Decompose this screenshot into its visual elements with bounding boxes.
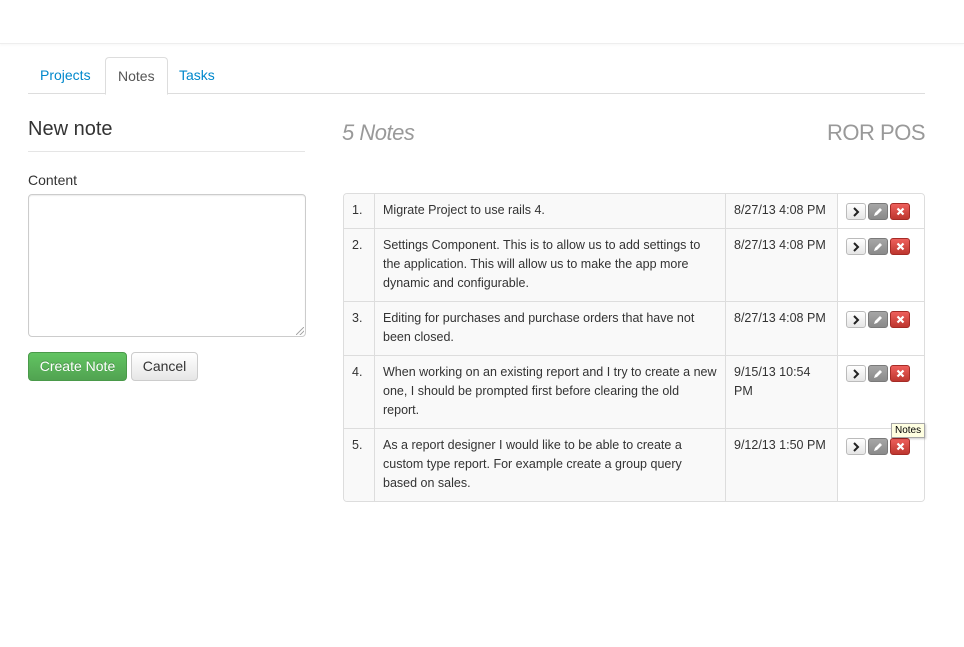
- pencil-icon: [873, 442, 883, 452]
- show-note-button[interactable]: [846, 311, 866, 328]
- table-row: 1. Migrate Project to use rails 4. 8/27/13…: [344, 194, 924, 228]
- content-textarea[interactable]: [28, 194, 306, 337]
- note-number: 3.: [344, 302, 375, 355]
- delete-note-button[interactable]: [890, 438, 910, 455]
- note-actions: [838, 229, 924, 301]
- note-content: Settings Component. This is to allow us …: [375, 229, 726, 301]
- note-actions: [838, 429, 924, 501]
- chevron-right-icon: [852, 368, 860, 379]
- top-navbar: [0, 0, 964, 44]
- tab-tasks[interactable]: Tasks: [167, 57, 227, 94]
- x-icon: [896, 207, 905, 216]
- show-note-button[interactable]: [846, 438, 866, 455]
- tooltip: Notes: [891, 423, 926, 438]
- edit-note-button[interactable]: [868, 203, 888, 220]
- note-number: 5.: [344, 429, 375, 501]
- note-number: 4.: [344, 356, 375, 428]
- chevron-right-icon: [852, 206, 860, 217]
- notes-count-heading: 5 Notes: [342, 120, 415, 145]
- delete-note-button[interactable]: [890, 203, 910, 220]
- delete-note-button[interactable]: [890, 365, 910, 382]
- note-number: 1.: [344, 194, 375, 228]
- x-icon: [896, 442, 905, 451]
- show-note-button[interactable]: [846, 365, 866, 382]
- note-date: 9/12/13 1:50 PM: [726, 429, 838, 501]
- table-row: 5. As a report designer I would like to b…: [344, 428, 924, 501]
- create-note-button[interactable]: Create Note: [28, 352, 127, 381]
- x-icon: [896, 315, 905, 324]
- divider: [28, 151, 305, 152]
- tab-bar: Projects Notes Tasks: [28, 57, 925, 95]
- note-content: Editing for purchases and purchase order…: [375, 302, 726, 355]
- note-date: 8/27/13 4:08 PM: [726, 302, 838, 355]
- note-date: 8/27/13 4:08 PM: [726, 194, 838, 228]
- table-row: 4. When working on an existing report and…: [344, 355, 924, 428]
- delete-note-button[interactable]: [890, 311, 910, 328]
- note-content: Migrate Project to use rails 4.: [375, 194, 726, 228]
- tab-notes[interactable]: Notes: [105, 57, 168, 95]
- note-number: 2.: [344, 229, 375, 301]
- edit-note-button[interactable]: [868, 238, 888, 255]
- table-row: 3. Editing for purchases and purchase ord…: [344, 301, 924, 355]
- delete-note-button[interactable]: [890, 238, 910, 255]
- resize-handle[interactable]: [296, 327, 304, 335]
- x-icon: [896, 242, 905, 251]
- edit-note-button[interactable]: [868, 438, 888, 455]
- show-note-button[interactable]: [846, 238, 866, 255]
- pencil-icon: [873, 369, 883, 379]
- note-content: When working on an existing report and I…: [375, 356, 726, 428]
- note-actions: [838, 194, 924, 228]
- chevron-right-icon: [852, 314, 860, 325]
- note-actions: [838, 302, 924, 355]
- note-content: As a report designer I would like to be …: [375, 429, 726, 501]
- edit-note-button[interactable]: [868, 311, 888, 328]
- edit-note-button[interactable]: [868, 365, 888, 382]
- content-label: Content: [28, 172, 78, 188]
- note-date: 9/15/13 10:54 PM: [726, 356, 838, 428]
- chevron-right-icon: [852, 241, 860, 252]
- tab-projects[interactable]: Projects: [28, 57, 103, 94]
- note-actions: [838, 356, 924, 428]
- pencil-icon: [873, 207, 883, 217]
- x-icon: [896, 369, 905, 378]
- cancel-button[interactable]: Cancel: [131, 352, 198, 381]
- show-note-button[interactable]: [846, 203, 866, 220]
- new-note-heading: New note: [28, 118, 113, 140]
- chevron-right-icon: [852, 441, 860, 452]
- table-row: 2. Settings Component. This is to allow u…: [344, 228, 924, 301]
- pencil-icon: [873, 242, 883, 252]
- notes-table: 1. Migrate Project to use rails 4. 8/27/13…: [343, 193, 925, 502]
- app-name: ROR POS: [827, 120, 925, 145]
- pencil-icon: [873, 315, 883, 325]
- note-date: 8/27/13 4:08 PM: [726, 229, 838, 301]
